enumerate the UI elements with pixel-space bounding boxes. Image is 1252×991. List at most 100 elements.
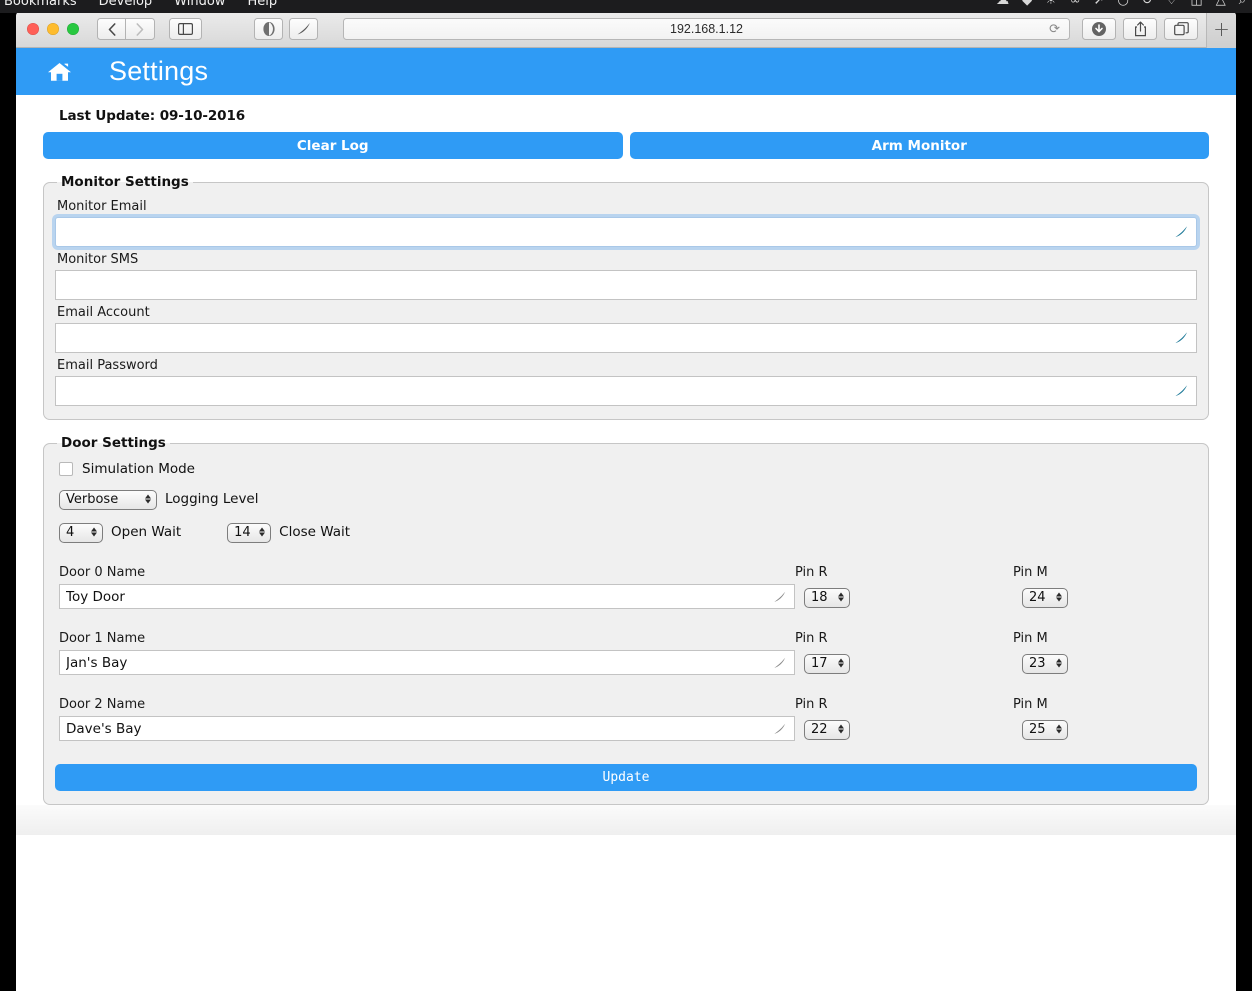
email-password-field-wrap: [55, 376, 1197, 406]
logging-level-label: Logging Level: [165, 491, 259, 507]
new-tab-button[interactable]: +: [1206, 11, 1236, 48]
door-name-label: Door 1 Name: [59, 631, 146, 646]
door-row-headers: Door 1 Name Pin R Pin M: [55, 631, 1197, 646]
door-name-field-wrap: [55, 584, 795, 609]
address-bar[interactable]: 192.168.1.12 ⟳: [343, 18, 1070, 40]
downloads-icon[interactable]: [1082, 18, 1116, 40]
clear-log-button[interactable]: Clear Log: [43, 132, 623, 159]
email-password-label: Email Password: [57, 358, 158, 373]
door-name-label: Door 0 Name: [59, 565, 146, 580]
door-settings-legend: Door Settings: [61, 435, 166, 451]
monitor-sms-input[interactable]: [55, 270, 1197, 300]
pin-m-select[interactable]: 24: [1022, 587, 1068, 608]
shield-icon[interactable]: ◆: [1022, 0, 1032, 8]
pin-m-select-wrap: 24: [1022, 586, 1068, 608]
open-wait-label: Open Wait: [111, 524, 182, 540]
monitor-email-label: Monitor Email: [57, 199, 147, 214]
minimize-window-button[interactable]: [47, 23, 59, 35]
speech-bubble-icon[interactable]: ♢: [1166, 0, 1178, 8]
page-title: Settings: [109, 56, 209, 86]
browser-toolbar: 192.168.1.12 ⟳ +: [16, 11, 1236, 48]
share-icon[interactable]: [1123, 18, 1157, 40]
app-header: Settings: [16, 48, 1236, 95]
pin-r-select[interactable]: 22: [804, 719, 850, 740]
pin-r-select[interactable]: 18: [804, 587, 850, 608]
update-button[interactable]: Update: [55, 764, 1197, 791]
reload-icon[interactable]: ⟳: [1049, 23, 1060, 36]
arrow-icon[interactable]: ➚: [1094, 0, 1105, 8]
door-row: Door 2 Name Pin R Pin M Dave's Bay 22 25: [55, 697, 1197, 741]
menu-item-window[interactable]: Window: [174, 0, 225, 9]
door-row: Door 0 Name Pin R Pin M Toy Door 18 24: [55, 565, 1197, 609]
navigation-buttons: [97, 18, 155, 40]
pin-r-select-wrap: 22: [804, 718, 850, 740]
door-settings-panel: Door Settings Simulation Mode Verbose Lo…: [43, 435, 1209, 805]
monitor-email-input[interactable]: [55, 217, 1197, 247]
menu-item-bookmarks[interactable]: Bookmarks: [4, 0, 77, 9]
pin-r-cell: 18: [795, 586, 1013, 608]
os-menu-items: Bookmarks Develop Window Help: [4, 0, 277, 9]
pin-m-label: Pin M: [1013, 697, 1048, 712]
action-button-row: Clear Log Arm Monitor: [43, 132, 1209, 159]
pin-m-select-wrap: 23: [1022, 652, 1068, 674]
menu-item-help[interactable]: Help: [247, 0, 277, 9]
simulation-mode-checkbox[interactable]: [59, 462, 73, 476]
door-name-input[interactable]: [59, 716, 795, 741]
menu-item-develop[interactable]: Develop: [99, 0, 153, 9]
timemachine-icon[interactable]: ↺: [1142, 0, 1153, 8]
maximize-window-button[interactable]: [67, 23, 79, 35]
monitor-settings-panel: Monitor Settings Monitor Email Monitor S…: [43, 174, 1209, 420]
show-tabs-icon[interactable]: [1164, 18, 1198, 40]
door-row-inputs: 22 25: [55, 716, 1197, 741]
wrench-icon[interactable]: [289, 18, 318, 40]
wait-times-row: 4 Open Wait 14 Close Wait: [59, 521, 1197, 543]
email-account-input[interactable]: [55, 323, 1197, 353]
pin-m-cell: 25: [1013, 718, 1068, 740]
open-wait-select-wrap: 4: [59, 521, 103, 543]
logging-level-row: Verbose Logging Level: [59, 488, 1197, 510]
toolbar-right-buttons: [1082, 18, 1198, 40]
door-name-field-wrap: [55, 650, 795, 675]
cloud-icon[interactable]: ☀: [1045, 0, 1057, 8]
home-icon[interactable]: [47, 61, 72, 83]
pin-m-cell: 23: [1013, 652, 1068, 674]
close-window-button[interactable]: [27, 23, 39, 35]
pin-r-select-wrap: 17: [804, 652, 850, 674]
pin-r-cell: 22: [795, 718, 1013, 740]
browser-window: 192.168.1.12 ⟳ + Settings Last Update: 0…: [16, 11, 1236, 991]
wifi-icon[interactable]: △: [1216, 0, 1226, 8]
forward-button[interactable]: [126, 18, 155, 40]
reader-icon[interactable]: [254, 18, 283, 40]
arm-monitor-button[interactable]: Arm Monitor: [629, 132, 1209, 159]
pin-r-select-wrap: 18: [804, 586, 850, 608]
logging-level-select[interactable]: Verbose: [59, 490, 157, 510]
window-controls: [27, 23, 79, 35]
sidebar-icon[interactable]: [169, 18, 202, 40]
door-row: Door 1 Name Pin R Pin M Jan's Bay 17 23: [55, 631, 1197, 675]
clock-icon[interactable]: ○: [1118, 0, 1129, 8]
pin-m-select[interactable]: 25: [1022, 719, 1068, 740]
search-icon[interactable]: ⌕: [1239, 0, 1246, 8]
pin-m-label: Pin M: [1013, 565, 1048, 580]
dropbox-icon[interactable]: ☁: [996, 0, 1009, 8]
simulation-mode-label: Simulation Mode: [82, 461, 195, 477]
pin-m-select-wrap: 25: [1022, 718, 1068, 740]
pin-r-label: Pin R: [795, 697, 828, 712]
battery-icon[interactable]: ◫: [1190, 0, 1202, 8]
pin-m-select[interactable]: 23: [1022, 653, 1068, 674]
open-wait-select[interactable]: 4: [59, 523, 103, 543]
link-icon[interactable]: ∞: [1070, 0, 1081, 8]
back-button[interactable]: [97, 18, 126, 40]
pin-r-cell: 17: [795, 652, 1013, 674]
door-name-input[interactable]: [59, 584, 795, 609]
pin-r-label: Pin R: [795, 631, 828, 646]
email-account-field-wrap: [55, 323, 1197, 353]
email-password-input[interactable]: [55, 376, 1197, 406]
door-name-input[interactable]: [59, 650, 795, 675]
close-wait-select[interactable]: 14: [227, 523, 272, 543]
door-name-field-wrap: [55, 716, 795, 741]
last-update-text: Last Update: 09-10-2016: [59, 108, 246, 124]
monitor-email-field-wrap: [55, 217, 1197, 247]
monitor-sms-field-wrap: [55, 270, 1197, 300]
pin-r-select[interactable]: 17: [804, 653, 850, 674]
